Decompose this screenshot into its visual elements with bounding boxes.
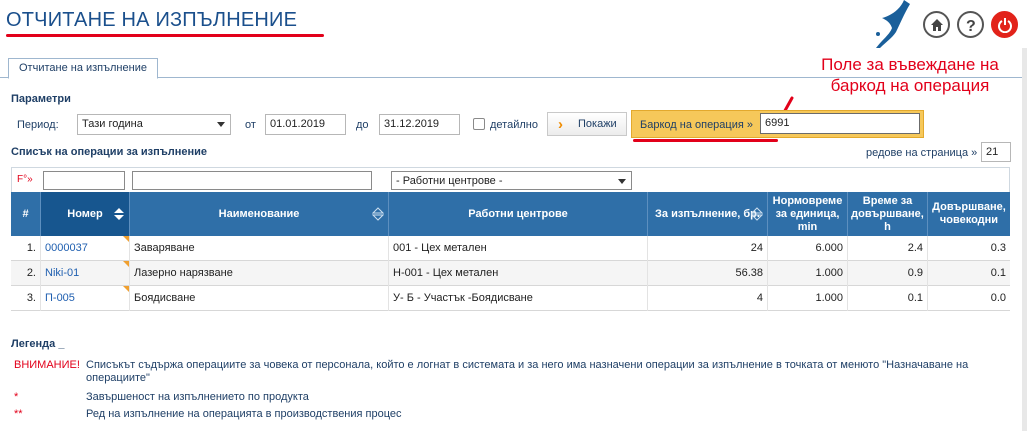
svg-text:?: ? <box>966 18 976 33</box>
row-mandays: 0.1 <box>990 267 1006 279</box>
row-mandays: 0.3 <box>990 242 1006 254</box>
col-name-label: Наименование <box>218 207 300 220</box>
col-index: # <box>11 192 41 236</box>
show-button[interactable]: › Покажи <box>547 112 627 136</box>
row-number-link[interactable]: 0000037 <box>41 236 130 261</box>
power-icon <box>997 17 1012 33</box>
show-button-label: Покажи <box>578 118 617 130</box>
per-page-input[interactable]: 21 <box>981 142 1011 162</box>
logout-button[interactable] <box>991 11 1018 38</box>
period-value: Тази година <box>82 118 143 130</box>
period-label: Период: <box>17 119 59 131</box>
to-date-input[interactable]: 31.12.2019 <box>379 114 460 135</box>
col-to-execute[interactable]: За изпълнение, бр. <box>648 192 768 236</box>
list-title: Списък на операции за изпълнение <box>11 146 208 158</box>
page-title: ОТЧИТАНЕ НА ИЗПЪЛНЕНИЕ <box>6 9 298 31</box>
row-norm-time: 6.000 <box>768 236 848 261</box>
legend-text-warning: Списъкът съдържа операциите за човека от… <box>86 359 969 384</box>
workcenter-filter-select[interactable]: - Работни центрове - <box>391 171 632 190</box>
legend-text-star: Завършеност на изпълнението по продукта <box>86 391 309 403</box>
legend-title[interactable]: Легенда _ <box>11 338 64 350</box>
barcode-input[interactable]: 6991 <box>760 113 920 134</box>
filter-mark[interactable]: F°» <box>17 174 33 185</box>
row-to-execute: 4 <box>648 286 768 311</box>
row-name: Лазерно нарязване <box>130 261 389 286</box>
home-icon <box>930 18 943 31</box>
row-to-execute: 56.38 <box>648 261 768 286</box>
col-time-left: Време за довършване, h <box>848 192 928 236</box>
col-number-label: Номер <box>67 207 103 220</box>
row-time-left: 2.4 <box>848 236 928 261</box>
table-row[interactable]: 3. П-005 Боядисване У- Б - Участък -Бояд… <box>11 286 1010 311</box>
row-name: Заваряване <box>130 236 389 261</box>
table-row[interactable]: 2. Niki-01 Лазерно нарязване Н-001 - Цех… <box>11 261 1010 286</box>
row-number: 0000037 <box>45 242 88 254</box>
barcode-underline <box>633 139 778 142</box>
from-label: от <box>245 119 256 131</box>
tab-execution-report[interactable]: Отчитане на изпълнение <box>8 58 158 79</box>
number-filter-input[interactable] <box>43 171 125 190</box>
row-index: 3. <box>11 286 41 311</box>
workcenter-filter-value: - Работни центрове - <box>396 175 503 187</box>
col-workcenters: Работни центрове <box>389 192 648 236</box>
help-button[interactable]: ? <box>957 11 984 38</box>
legend-key-warning: ВНИМАНИЕ! <box>14 359 80 371</box>
chevron-down-icon <box>217 122 225 127</box>
bird-logo-icon <box>876 0 910 48</box>
to-label: до <box>356 119 369 131</box>
row-mandays: 0.0 <box>990 292 1006 304</box>
col-mandays: Довършване, човекодни <box>932 201 1006 226</box>
detailed-checkbox[interactable] <box>473 118 485 130</box>
sort-icon <box>114 208 124 220</box>
col-name[interactable]: Наименование <box>130 192 389 236</box>
filter-row: F°» - Работни центрове - <box>11 167 1010 192</box>
help-icon: ? <box>966 18 976 33</box>
row-number-link[interactable]: Niki-01 <box>41 261 130 286</box>
home-button[interactable] <box>923 11 950 38</box>
title-underline <box>6 34 324 37</box>
table-header: # Номер Наименование Работни центрове За… <box>11 192 1010 236</box>
col-norm-time: Нормовреме за единица, min <box>768 192 848 236</box>
corner-marker <box>123 236 129 242</box>
corner-marker <box>123 286 129 292</box>
from-date-input[interactable]: 01.01.2019 <box>265 114 346 135</box>
legend-key-double-star: ** <box>14 408 23 420</box>
barcode-annotation: Поле за въвеждане на баркод на операция <box>795 54 1025 96</box>
row-workcenter: 001 - Цех метален <box>389 236 648 261</box>
row-workcenter: У- Б - Участък -Боядисване <box>389 286 648 311</box>
sort-icon <box>372 207 384 221</box>
row-index: 1. <box>11 236 41 261</box>
row-time-left: 0.9 <box>848 261 928 286</box>
legend-text-double-star: Ред на изпълнение на операцията в произв… <box>86 408 402 420</box>
row-workcenter: Н-001 - Цех метален <box>389 261 648 286</box>
row-index: 2. <box>11 261 41 286</box>
sort-icon <box>751 207 763 221</box>
row-number-link[interactable]: П-005 <box>41 286 130 311</box>
row-norm-time: 1.000 <box>768 286 848 311</box>
chevron-down-icon <box>618 179 626 184</box>
row-name: Боядисване <box>130 286 389 311</box>
params-title: Параметри <box>11 93 71 105</box>
per-page-label: редове на страница » <box>866 147 978 159</box>
annotation-line-2: баркод на операция <box>830 76 990 95</box>
period-select[interactable]: Тази година <box>77 114 231 135</box>
row-norm-time: 1.000 <box>768 261 848 286</box>
barcode-label: Баркод на операция » <box>640 119 753 131</box>
scrollbar[interactable] <box>1022 48 1027 431</box>
row-to-execute: 24 <box>648 236 768 261</box>
row-number: Niki-01 <box>45 267 80 279</box>
legend-key-star: * <box>14 391 19 403</box>
name-filter-input[interactable] <box>132 171 372 190</box>
col-number[interactable]: Номер <box>41 192 130 236</box>
detailed-label: детайлно <box>490 119 538 131</box>
chevron-right-icon: › <box>558 116 563 133</box>
annotation-line-1: Поле за въвеждане на <box>821 55 999 74</box>
table-row[interactable]: 1. 0000037 Заваряване 001 - Цех метален … <box>11 236 1010 261</box>
row-number: П-005 <box>45 292 75 304</box>
row-time-left: 0.1 <box>848 286 928 311</box>
corner-marker <box>123 261 129 267</box>
header: ОТЧИТАНЕ НА ИЗПЪЛНЕНИЕ ? <box>0 0 1027 48</box>
col-to-execute-label: За изпълнение, бр. <box>655 207 760 220</box>
